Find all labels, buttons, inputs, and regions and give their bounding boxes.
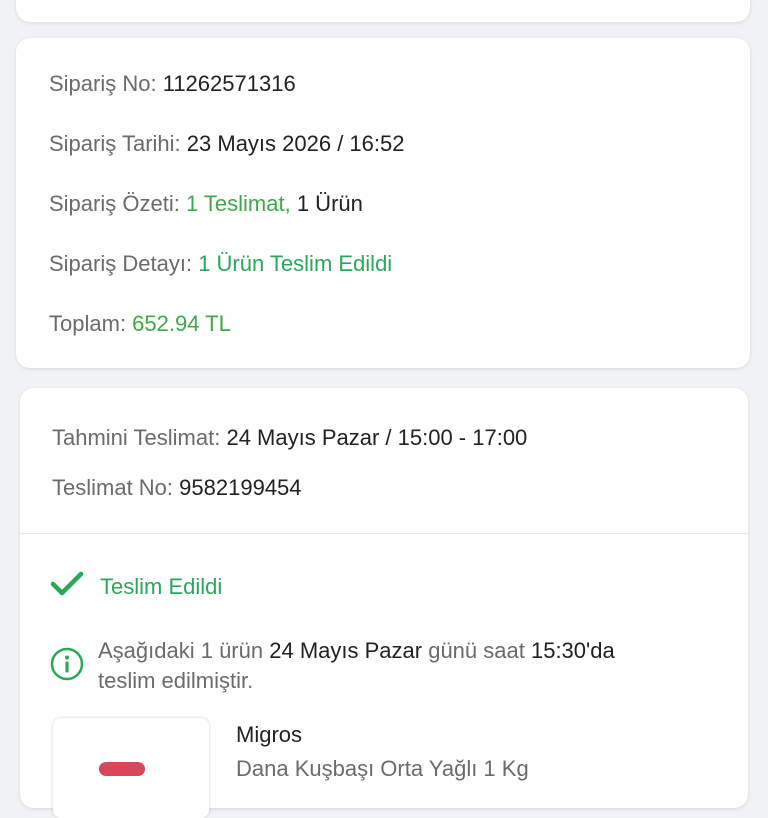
estimated-delivery-row: Tahmini Teslimat: 24 Mayıs Pazar / 15:00… — [52, 427, 527, 449]
order-number-value: 11262571316 — [162, 71, 296, 96]
delivery-number-row: Teslimat No: 9582199454 — [52, 477, 302, 499]
info-day: 24 Mayıs Pazar — [269, 638, 423, 663]
order-summary-card: Sipariş No: 11262571316 Sipariş Tarihi: … — [16, 38, 750, 368]
delivery-number-value: 9582199454 — [179, 475, 302, 500]
order-detail-row: Sipariş Detayı: 1 Ürün Teslim Edildi — [49, 253, 392, 275]
product-image-meat — [99, 762, 145, 776]
product-image[interactable] — [53, 718, 209, 818]
product-name[interactable]: Dana Kuşbaşı Orta Yağlı 1 Kg — [236, 756, 529, 782]
order-total-row: Toplam: 652.94 TL — [49, 313, 231, 335]
order-detail-value: 1 Ürün Teslim Edildi — [198, 251, 393, 276]
order-summary-row: Sipariş Özeti: 1 Teslimat, 1 Ürün — [49, 193, 363, 215]
estimated-delivery-value: 24 Mayıs Pazar / 15:00 - 17:00 — [226, 425, 528, 450]
delivery-status-text: Teslim Edildi — [100, 573, 223, 599]
info-mid: günü saat — [428, 638, 525, 663]
order-date-value: 23 Mayıs 2026 / 16:52 — [186, 131, 405, 156]
order-number-label: Sipariş No: — [49, 71, 157, 96]
order-summary-label: Sipariş Özeti: — [49, 191, 180, 216]
info-circle-icon — [50, 647, 84, 686]
estimated-delivery-label: Tahmini Teslimat: — [52, 425, 221, 450]
info-prefix: Aşağıdaki 1 ürün — [98, 638, 264, 663]
delivery-card: Tahmini Teslimat: 24 Mayıs Pazar / 15:00… — [20, 388, 748, 818]
order-date-row: Sipariş Tarihi: 23 Mayıs 2026 / 16:52 — [49, 133, 404, 155]
order-summary-items: 1 Ürün — [296, 191, 363, 216]
info-time: 15:30'da — [530, 638, 615, 663]
order-number-row: Sipariş No: 11262571316 — [49, 73, 296, 95]
delivery-info-text: Aşağıdaki 1 ürün 24 Mayıs Pazar günü saa… — [98, 636, 615, 696]
order-total-label: Toplam: — [49, 311, 127, 336]
product-store: Migros — [236, 722, 303, 747]
delivery-status: Teslim Edildi — [50, 570, 222, 603]
order-date-label: Sipariş Tarihi: — [49, 131, 181, 156]
order-summary-deliveries: 1 Teslimat, — [185, 191, 291, 216]
previous-card — [16, 0, 750, 22]
delivery-info: Aşağıdaki 1 ürün 24 Mayıs Pazar günü saa… — [50, 636, 710, 696]
order-total-value: 652.94 TL — [132, 311, 231, 336]
info-suffix: teslim edilmiştir. — [98, 668, 254, 693]
divider — [20, 533, 748, 534]
order-detail-label: Sipariş Detayı: — [49, 251, 193, 276]
check-icon — [50, 570, 84, 603]
delivery-number-label: Teslimat No: — [52, 475, 174, 500]
